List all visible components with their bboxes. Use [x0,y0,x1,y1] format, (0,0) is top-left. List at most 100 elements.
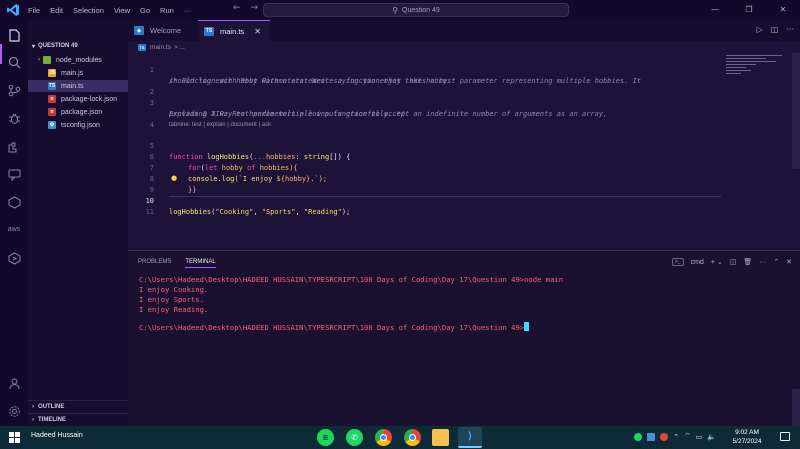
menu-more[interactable]: ··· [184,6,192,15]
sidebar-item-main-ts[interactable]: TS main.ts [28,80,128,92]
tab-problems[interactable]: PROBLEMS [138,259,171,268]
tab-welcome[interactable]: ◆ Welcome [128,20,198,41]
terminal-icon: >_ [671,258,684,266]
more-actions-icon[interactable]: ··· [759,259,766,266]
remote-explorer-icon[interactable] [5,249,23,267]
code-punct: ); [341,208,351,216]
editor-scrollbar[interactable] [792,53,800,169]
file-explorer-icon[interactable] [432,429,449,446]
back-arrow-icon[interactable]: ← [233,3,241,13]
vscode-logo-icon: ◆ [134,26,144,35]
split-terminal-icon[interactable]: ◫ [730,258,737,266]
extensions-icon[interactable] [5,137,23,155]
close-tab-icon[interactable]: ✕ [254,27,261,36]
outline-section[interactable]: › OUTLINE [28,400,128,412]
menu-edit[interactable]: Edit [50,6,63,15]
code-string: "Cooking" [215,208,254,216]
windows-taskbar: Hadeed Hussain ≋ ✆ ⟩ ⌃ ⌔ ▭ 🔈 9:02 AM 5/2… [0,426,800,449]
code-line: should log each hobby with a statement s… [128,65,718,85]
menu-selection[interactable]: Selection [73,6,104,15]
trash-icon[interactable]: 🗑 [743,258,752,266]
minimize-button[interactable]: — [698,0,732,20]
close-panel-icon[interactable]: ✕ [786,258,792,266]
tabnine-icon[interactable] [5,193,23,211]
volume-icon[interactable]: 🔈 [707,433,716,441]
vscode-taskbar-icon[interactable]: ⟩ [458,427,482,448]
split-editor-icon[interactable]: ◫ [771,25,779,34]
chevron-right-icon: › [38,57,40,63]
npm-file-icon: n [48,108,56,116]
aws-icon[interactable]: aws [5,220,23,238]
tab-main-ts[interactable]: TS main.ts ✕ [198,20,270,41]
sidebar-item-package-lock[interactable]: n package-lock.json [28,93,128,105]
sidebar-item-label: package.json [61,108,103,116]
sidebar-item-label: tsconfig.json [61,121,100,129]
code-line: 3 Explain & TIP: Rest parameters allow a… [128,87,718,118]
windows-start-icon[interactable] [9,432,20,443]
folder-header[interactable]: ▾ QUESTION 49 [28,40,128,52]
search-icon[interactable] [5,53,23,71]
tab-label: Welcome [150,26,182,35]
sidebar-item-package-json[interactable]: n package.json [28,106,128,118]
terminal-line: I enjoy Reading. [139,305,209,314]
notification-icon[interactable] [780,432,790,441]
forward-arrow-icon[interactable]: → [251,3,259,13]
sidebar-item-main-js[interactable]: JS main.js [28,67,128,79]
chat-icon[interactable] [5,165,23,183]
menu-go[interactable]: Go [140,6,150,15]
command-center-search[interactable]: ⚲ Question 49 [263,3,569,17]
code-line: 2 [128,76,718,96]
run-icon[interactable]: ▷ [757,25,763,34]
settings-gear-icon[interactable] [5,402,23,420]
panel-tabs: PROBLEMS TERMINAL [138,259,216,268]
system-clock[interactable]: 9:02 AM 5/27/2024 [724,428,770,446]
breadcrumb-file[interactable]: main.ts [150,44,171,51]
menu-run[interactable]: Run [160,6,174,15]
explorer-sidebar: ▾ QUESTION 49 › node_modules JS main.js … [28,20,128,426]
terminal-prompt[interactable]: C:\Users\Hadeed\Desktop\HADEED HUSSAIN\T… [139,322,530,333]
app-tray-icon[interactable] [647,432,656,441]
tsconfig-file-icon: ⚙ [48,121,56,129]
chevron-up-icon[interactable]: ⌃ [673,433,679,441]
code-editor[interactable]: 1 /* Function with Rest Parameters: Writ… [128,53,800,250]
folder-name: QUESTION 49 [38,43,78,49]
account-icon[interactable] [5,374,23,392]
outline-label: OUTLINE [38,403,65,410]
taskbar-user[interactable]: Hadeed Hussain [31,432,83,439]
new-terminal-icon[interactable]: + ⌄ [711,258,723,266]
maximize-button[interactable]: ❐ [732,0,766,20]
shell-name[interactable]: cmd [691,259,704,266]
close-window-button[interactable]: ✕ [766,0,800,20]
run-debug-icon[interactable] [5,109,23,127]
spotify-icon[interactable]: ≋ [317,429,334,446]
code-function-call: logHobbies [169,208,212,216]
whatsapp-icon[interactable]: ✆ [346,429,363,446]
battery-icon[interactable]: ▭ [696,433,703,441]
source-control-icon[interactable] [5,81,23,99]
terminal-line: C:\Users\Hadeed\Desktop\HADEED HUSSAIN\T… [139,323,525,332]
timeline-section[interactable]: › TIMELINE [28,413,128,425]
spotify-tray-icon[interactable] [634,432,643,441]
chrome-icon[interactable] [375,429,392,446]
terminal-line: I enjoy Sports. [139,295,204,304]
terminal-scrollbar[interactable] [792,389,800,427]
tabnine-codelens[interactable]: tabnine: test | explain | document | ask [169,122,271,128]
maximize-panel-icon[interactable]: ⌃ [773,258,779,266]
more-actions-icon[interactable]: ··· [786,25,794,34]
sidebar-item-tsconfig[interactable]: ⚙ tsconfig.json [28,119,128,131]
menu-file[interactable]: File [28,6,40,15]
minimap[interactable] [726,55,786,85]
explorer-icon[interactable] [5,26,23,44]
sidebar-item-node-modules[interactable]: › node_modules [28,54,128,66]
code-line: 5 function logHobbies(...hobbies: string… [128,130,718,161]
menu-view[interactable]: View [114,6,130,15]
terminal-line: C:\Users\Hadeed\Desktop\HADEED HUSSAIN\T… [139,275,564,284]
code-line: 9 [128,174,718,194]
wifi-icon[interactable]: ⌔ [684,432,691,441]
tab-terminal[interactable]: TERMINAL [185,259,216,268]
ts-file-icon: TS [48,82,56,90]
code-string: "Reading" [303,208,342,216]
chrome-profile-icon[interactable] [404,429,421,446]
panel-actions: >_ cmd + ⌄ ◫ 🗑 ··· ⌃ ✕ [671,258,792,266]
chrome-tray-icon[interactable] [660,432,669,441]
